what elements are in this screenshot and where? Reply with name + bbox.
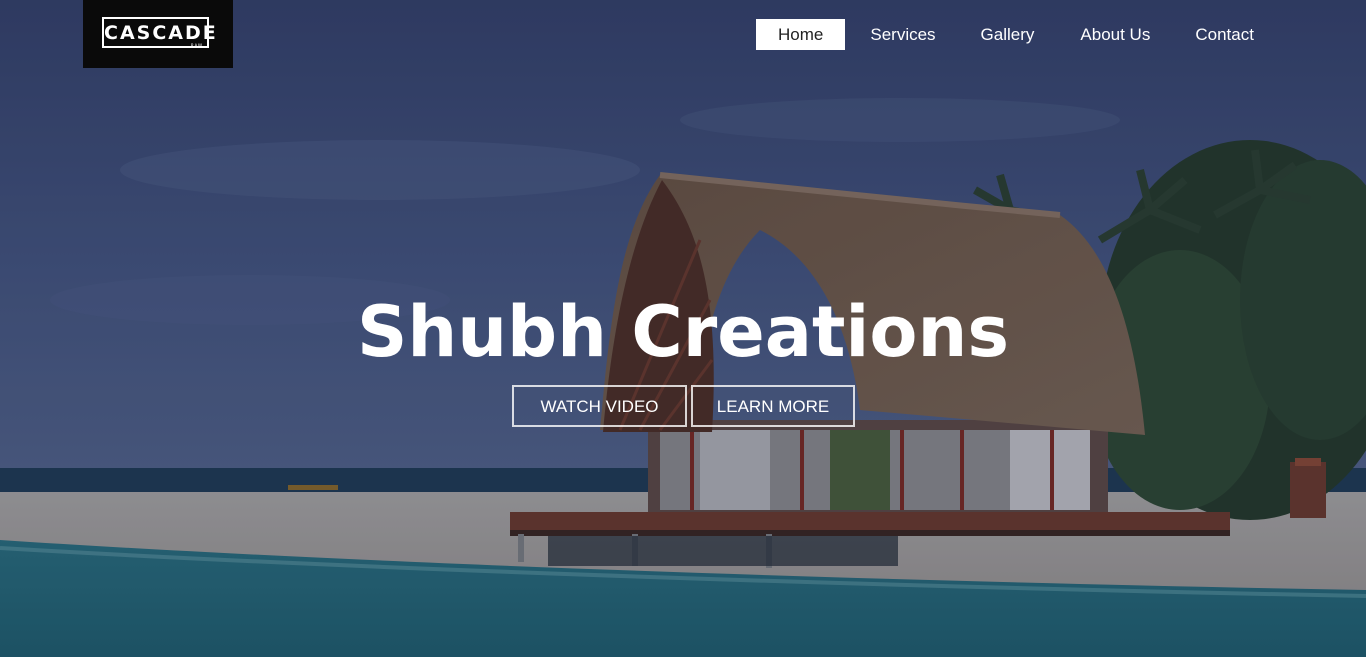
logo-text: CASCADE [104, 22, 218, 44]
learn-more-button[interactable]: LEARN MORE [691, 385, 855, 427]
watch-video-button[interactable]: WATCH VIDEO [512, 385, 687, 427]
hero-title: Shubh Creations [356, 291, 1010, 373]
nav-item-home[interactable]: Home [756, 19, 846, 50]
main-nav: Home Services Gallery About Us Contact [756, 19, 1276, 50]
nav-item-contact[interactable]: Contact [1173, 19, 1276, 50]
hero-cta-group: WATCH VIDEO LEARN MORE [512, 385, 855, 427]
logo-frame: CASCADE RAW [102, 17, 218, 48]
nav-item-about-us[interactable]: About Us [1058, 19, 1172, 50]
nav-item-services[interactable]: Services [848, 19, 957, 50]
nav-item-gallery[interactable]: Gallery [959, 19, 1057, 50]
logo-subtext: RAW [190, 43, 203, 48]
page: CASCADE RAW Home Services Gallery About … [0, 0, 1366, 657]
brand-logo[interactable]: CASCADE RAW [83, 0, 233, 68]
